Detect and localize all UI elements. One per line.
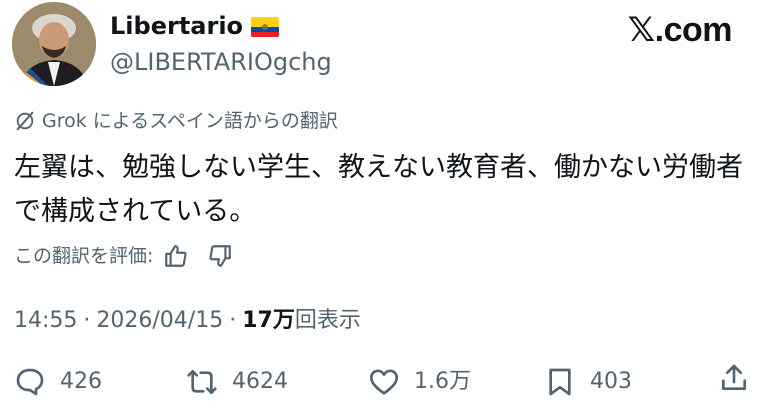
author-handle[interactable]: @LIBERTARIOgchg <box>110 46 332 78</box>
bookmark-count: 403 <box>590 369 632 394</box>
like-count: 1.6万 <box>414 369 471 394</box>
share-icon <box>722 364 746 390</box>
display-name-text: Libertario <box>110 12 244 40</box>
reply-button[interactable]: 426 <box>14 362 102 402</box>
like-button[interactable]: 1.6万 <box>368 362 471 402</box>
heart-icon <box>370 369 398 395</box>
x-logo: 𝕏.com <box>627 11 733 49</box>
action-bar: 426 4624 1.6万 403 <box>14 362 754 402</box>
tweet-date[interactable]: 2026/04/15 <box>96 308 223 333</box>
reply-count: 426 <box>60 369 102 394</box>
views-label: 回表示 <box>294 308 361 333</box>
views-count: 17万 <box>242 308 295 333</box>
thumbs-down-icon[interactable] <box>207 243 233 269</box>
share-button[interactable] <box>718 362 750 394</box>
thumbs-up-icon[interactable] <box>163 243 189 269</box>
retweet-icon <box>187 370 217 394</box>
bookmark-icon <box>549 368 571 396</box>
author-display-name[interactable]: Libertario <box>110 9 280 43</box>
ecuador-flag-icon <box>251 17 280 37</box>
rate-translation-label: この翻訳を評価: <box>14 245 154 267</box>
bookmark-button[interactable]: 403 <box>544 362 632 402</box>
rate-translation: この翻訳を評価: <box>14 243 233 269</box>
avatar-portrait <box>12 2 96 86</box>
tweet-time[interactable]: 14:55 <box>14 308 77 333</box>
tweet-meta: 14:55 · 2026/04/15 · 17万回表示 <box>14 306 361 336</box>
meta-separator: · <box>229 308 237 333</box>
grok-icon <box>16 111 34 131</box>
retweet-button[interactable]: 4624 <box>186 362 288 402</box>
reply-icon <box>16 368 44 396</box>
translation-attribution: Grok によるスペイン語からの翻訳 <box>14 108 338 134</box>
avatar[interactable] <box>12 2 96 86</box>
tweet-text: 左翼は、勉強しない学生、教えない教育者、働かない労働者で構成されている。 <box>14 152 743 227</box>
meta-separator: · <box>83 308 91 333</box>
retweet-count: 4624 <box>232 369 288 394</box>
translation-label: Grok によるスペイン語からの翻訳 <box>42 110 338 132</box>
